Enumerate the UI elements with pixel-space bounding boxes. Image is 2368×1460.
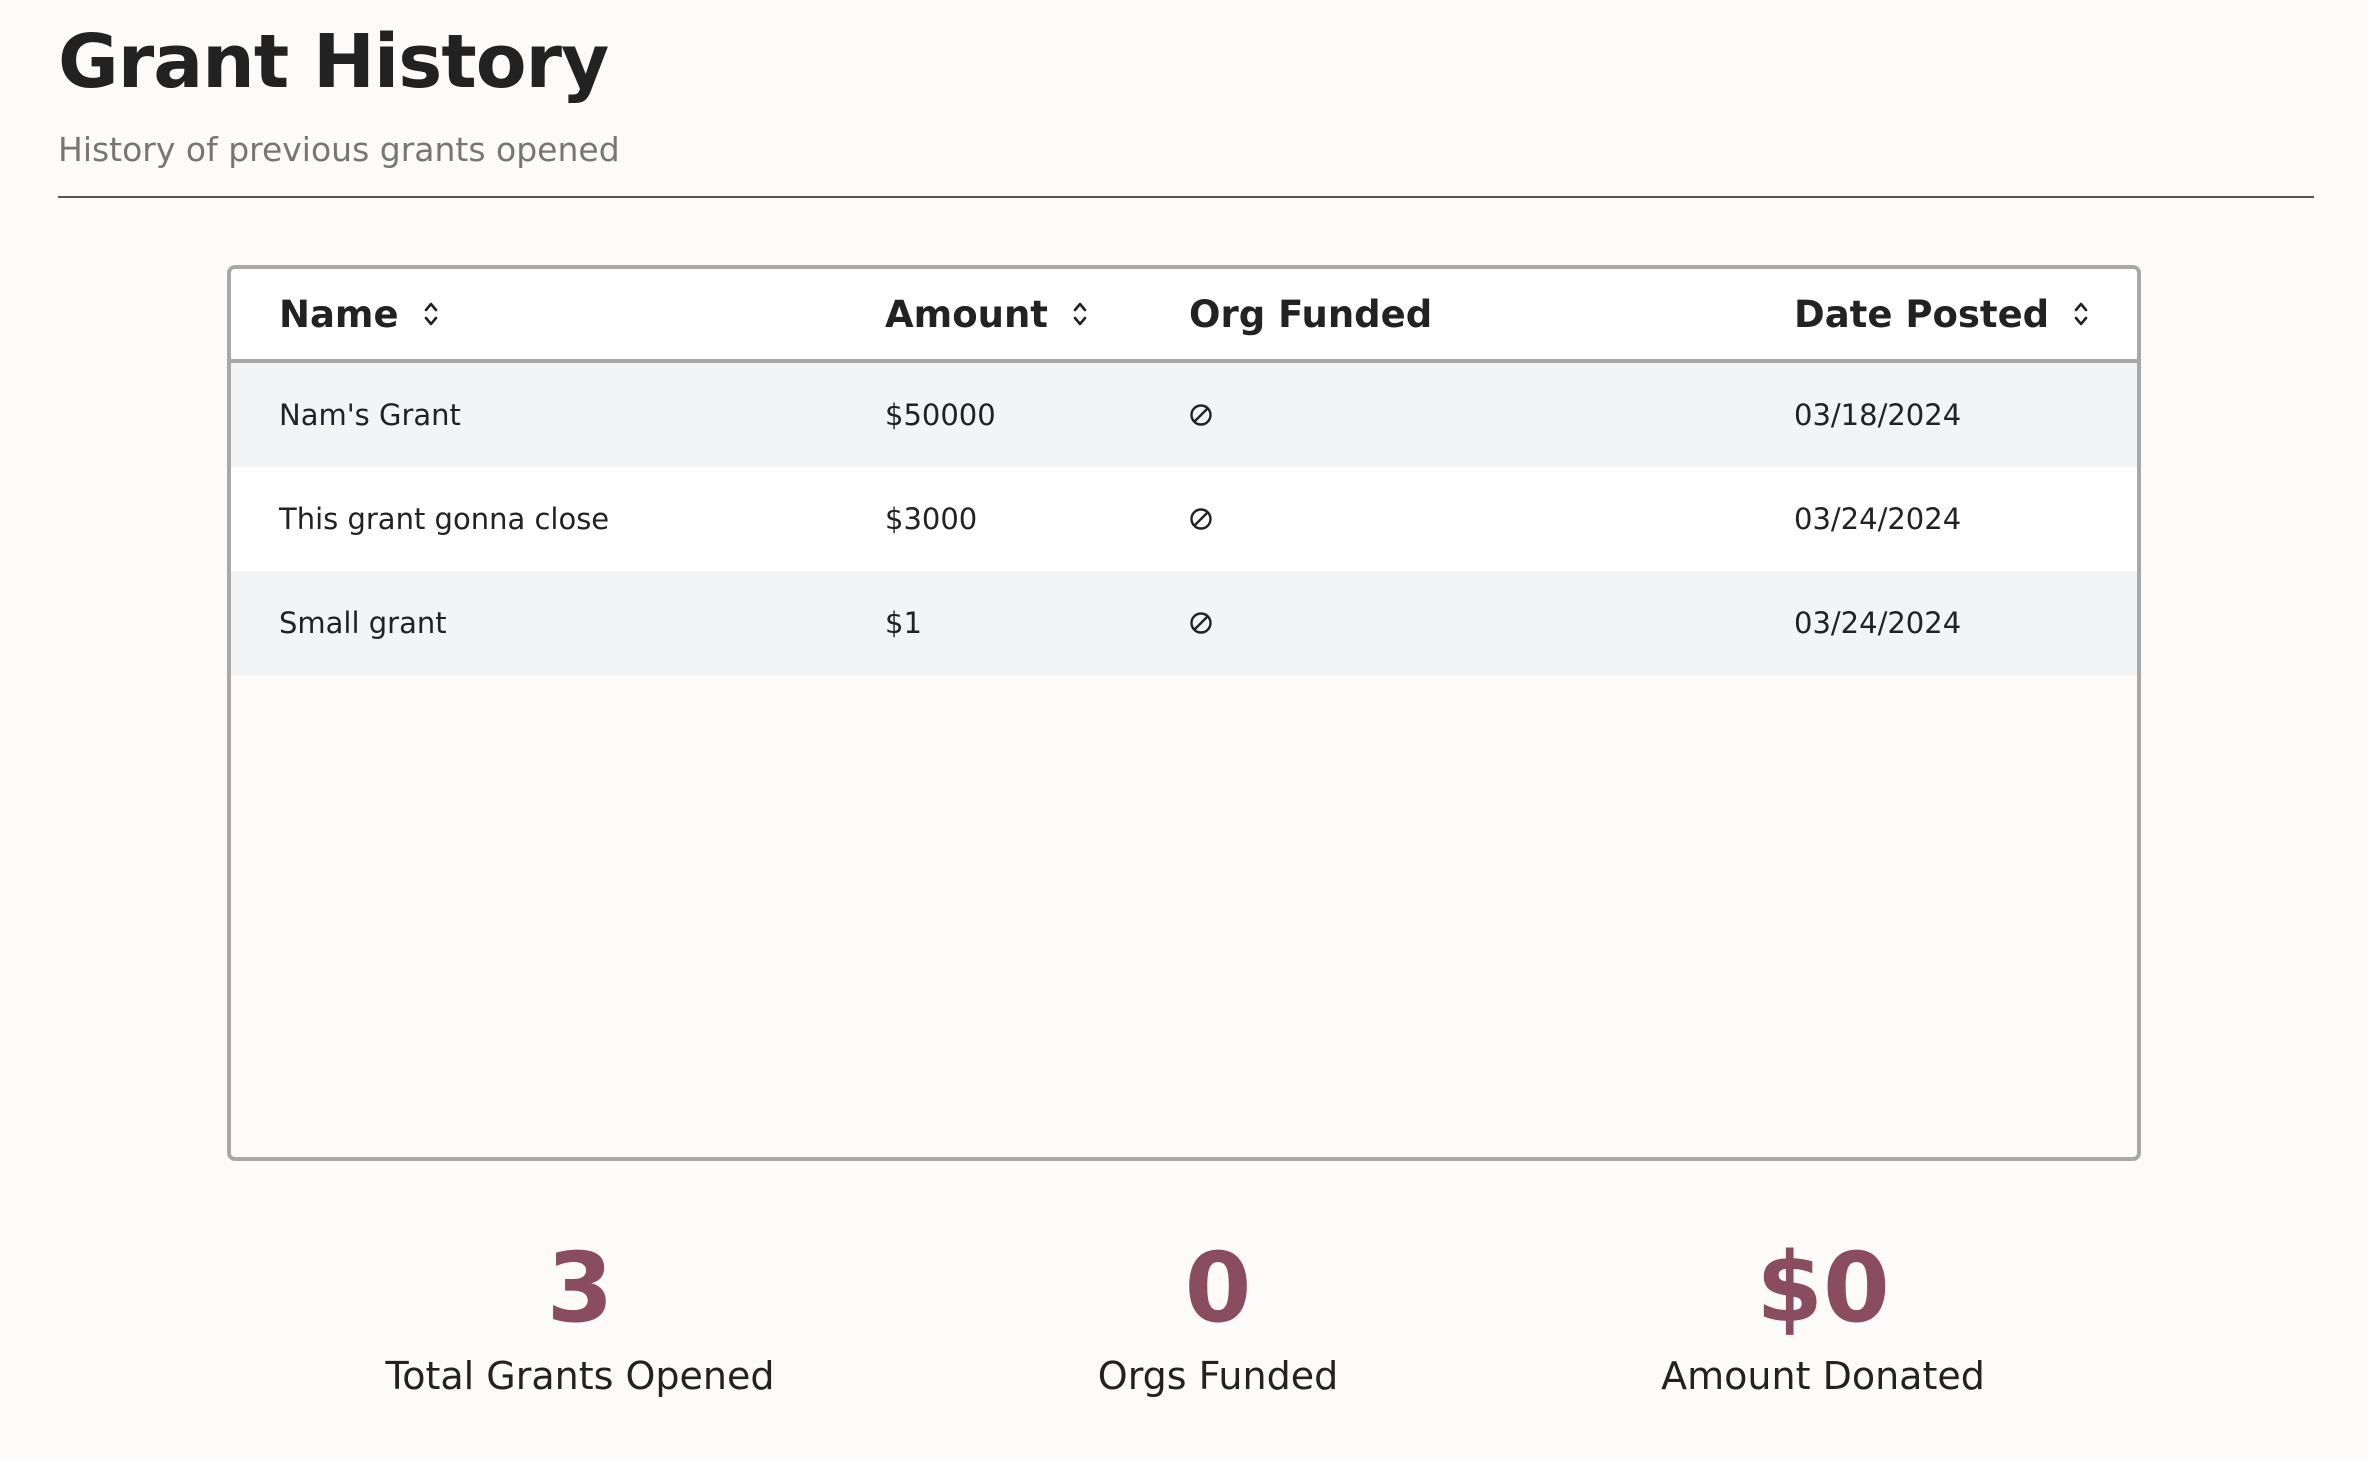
stat-value: 3 xyxy=(546,1232,614,1344)
cell-org-funded xyxy=(1189,467,1213,571)
column-header-label: Org Funded xyxy=(1189,292,1433,336)
stat-total-grants-opened: 3 Total Grants Opened xyxy=(330,1232,830,1400)
stat-label: Orgs Funded xyxy=(1097,1354,1339,1398)
cell-org-funded xyxy=(1189,571,1213,675)
table-header-row: Name Amount Org Funded Date Posted xyxy=(231,269,2137,363)
null-icon xyxy=(1190,508,1212,530)
cell-date-posted: 03/24/2024 xyxy=(1794,606,1962,640)
column-header-label: Amount xyxy=(885,292,1048,336)
column-header-date-posted[interactable]: Date Posted xyxy=(1794,269,2091,359)
cell-name: This grant gonna close xyxy=(279,502,610,536)
stat-label: Total Grants Opened xyxy=(385,1354,775,1398)
sort-icon[interactable] xyxy=(2071,297,2091,331)
cell-date-posted: 03/18/2024 xyxy=(1794,398,1962,432)
stat-value: $0 xyxy=(1756,1232,1890,1344)
table-row[interactable]: Nam's Grant $50000 03/18/2024 xyxy=(231,363,2137,467)
stat-label: Amount Donated xyxy=(1661,1354,1985,1398)
cell-name: Nam's Grant xyxy=(279,398,461,432)
page-title: Grant History xyxy=(58,19,609,105)
page-header: Grant History History of previous grants… xyxy=(58,14,2314,170)
cell-date-posted: 03/24/2024 xyxy=(1794,502,1962,536)
column-header-label: Date Posted xyxy=(1794,292,2050,336)
sort-icon[interactable] xyxy=(421,297,441,331)
cell-org-funded xyxy=(1189,363,1213,467)
cell-amount: $50000 xyxy=(885,398,996,432)
null-icon xyxy=(1190,612,1212,634)
grant-history-table: Name Amount Org Funded Date Posted Nam's… xyxy=(227,265,2141,1161)
null-icon xyxy=(1190,404,1212,426)
page-subtitle: History of previous grants opened xyxy=(58,130,620,169)
column-header-amount[interactable]: Amount xyxy=(885,269,1090,359)
cell-amount: $3000 xyxy=(885,502,978,536)
table-row[interactable]: This grant gonna close $3000 03/24/2024 xyxy=(231,467,2137,571)
column-header-name[interactable]: Name xyxy=(279,269,441,359)
stat-value: 0 xyxy=(1184,1232,1252,1344)
column-header-org-funded: Org Funded xyxy=(1189,269,1432,359)
cell-amount: $1 xyxy=(885,606,922,640)
cell-name: Small grant xyxy=(279,606,447,640)
header-divider xyxy=(58,196,2314,198)
stats-summary: 3 Total Grants Opened 0 Orgs Funded $0 A… xyxy=(0,1232,2368,1432)
stat-orgs-funded: 0 Orgs Funded xyxy=(968,1232,1468,1400)
stat-amount-donated: $0 Amount Donated xyxy=(1573,1232,2073,1400)
column-header-label: Name xyxy=(279,292,399,336)
sort-icon[interactable] xyxy=(1070,297,1090,331)
table-row[interactable]: Small grant $1 03/24/2024 xyxy=(231,571,2137,675)
